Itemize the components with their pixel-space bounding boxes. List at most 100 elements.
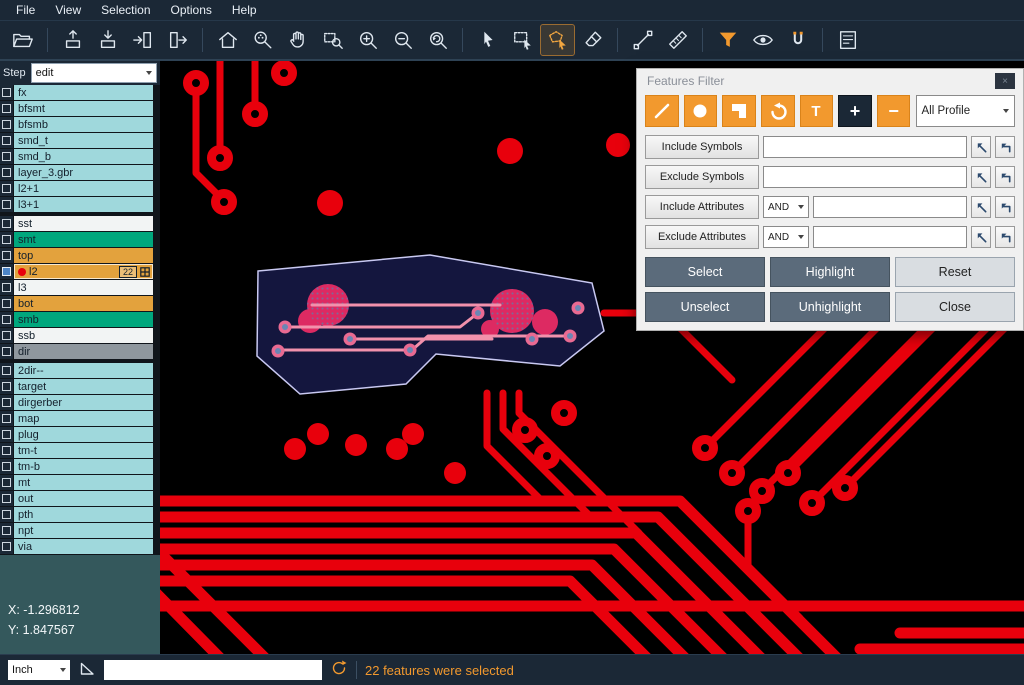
pan-button[interactable] xyxy=(281,25,314,55)
layer-row[interactable]: via xyxy=(0,539,153,554)
layer-row[interactable]: map xyxy=(0,411,153,426)
pick-from-graphics-button[interactable] xyxy=(971,166,991,188)
pick-list-button[interactable] xyxy=(995,166,1015,188)
layer-visibility-checkbox[interactable] xyxy=(2,347,11,356)
layer-visibility-checkbox[interactable] xyxy=(2,299,11,308)
polygon-select-button[interactable] xyxy=(541,25,574,55)
layer-visibility-checkbox[interactable] xyxy=(2,510,11,519)
pad-type-button[interactable] xyxy=(684,95,718,127)
pick-list-button[interactable] xyxy=(995,136,1015,158)
layer-row-body[interactable]: dir xyxy=(14,344,153,359)
step-dropdown[interactable]: edit xyxy=(31,63,157,83)
layer-row[interactable]: fx xyxy=(0,85,153,100)
exclude-symbols-input[interactable] xyxy=(763,166,967,188)
layer-visibility-checkbox[interactable] xyxy=(2,331,11,340)
refresh-button[interactable] xyxy=(330,659,348,682)
layer-row-body[interactable]: dirgerber xyxy=(14,395,153,410)
layer-row[interactable]: sst xyxy=(0,216,153,231)
edit-line-button[interactable] xyxy=(626,25,659,55)
layer-visibility-checkbox[interactable] xyxy=(2,251,11,260)
add-filter-button[interactable]: + xyxy=(838,95,872,127)
pick-from-graphics-button[interactable] xyxy=(971,196,991,218)
layer-visibility-checkbox[interactable] xyxy=(2,235,11,244)
layer-row[interactable]: top xyxy=(0,248,153,263)
home-view-button[interactable] xyxy=(211,25,244,55)
layer-row[interactable]: npt xyxy=(0,523,153,538)
layer-row-body[interactable]: top xyxy=(14,248,153,263)
zoom-in-button[interactable] xyxy=(351,25,384,55)
select-cursor-button[interactable] xyxy=(471,25,504,55)
layer-row-body[interactable]: l2 22 xyxy=(14,264,153,279)
pick-list-button[interactable] xyxy=(995,196,1015,218)
box-arrow-down-button[interactable] xyxy=(91,25,124,55)
layer-row[interactable]: mt xyxy=(0,475,153,490)
layer-visibility-checkbox[interactable] xyxy=(2,430,11,439)
dialog-title-bar[interactable]: Features Filter × xyxy=(637,69,1023,93)
units-dropdown[interactable]: Inch xyxy=(8,660,70,680)
layer-visibility-checkbox[interactable] xyxy=(2,267,11,276)
import-button[interactable] xyxy=(126,25,159,55)
layer-visibility-checkbox[interactable] xyxy=(2,283,11,292)
layer-row-body[interactable]: l2+1 xyxy=(14,181,153,196)
measure-button[interactable] xyxy=(661,25,694,55)
layer-row[interactable]: tm-b xyxy=(0,459,153,474)
layer-row-body[interactable]: smd_b xyxy=(14,149,153,164)
layer-visibility-checkbox[interactable] xyxy=(2,184,11,193)
layer-row-body[interactable]: smd_t xyxy=(14,133,153,148)
dialog-close-button[interactable]: × xyxy=(995,73,1015,89)
layer-row[interactable]: plug xyxy=(0,427,153,442)
unselect-button[interactable]: Unselect xyxy=(645,292,765,322)
zoom-out-button[interactable] xyxy=(386,25,419,55)
layer-row-body[interactable]: out xyxy=(14,491,153,506)
include-attributes-input[interactable] xyxy=(813,196,967,218)
arc-type-button[interactable] xyxy=(761,95,795,127)
angle-tool-button[interactable] xyxy=(78,659,96,682)
layer-row-body[interactable]: smt xyxy=(14,232,153,247)
layer-row-body[interactable]: ssb xyxy=(14,328,153,343)
zoom-select-button[interactable] xyxy=(246,25,279,55)
layer-visibility-checkbox[interactable] xyxy=(2,446,11,455)
layer-row-body[interactable]: map xyxy=(14,411,153,426)
layer-row[interactable]: bfsmt xyxy=(0,101,153,116)
remove-filter-button[interactable]: − xyxy=(877,95,911,127)
unhighlight-button[interactable]: Unhighlight xyxy=(770,292,890,322)
layer-visibility-checkbox[interactable] xyxy=(2,315,11,324)
zoom-previous-button[interactable] xyxy=(421,25,454,55)
include-symbols-button[interactable]: Include Symbols xyxy=(645,135,759,159)
features-filter-button[interactable] xyxy=(711,25,744,55)
exclude-symbols-button[interactable]: Exclude Symbols xyxy=(645,165,759,189)
snap-button[interactable] xyxy=(781,25,814,55)
layer-row-body[interactable]: npt xyxy=(14,523,153,538)
highlight-button[interactable]: Highlight xyxy=(770,257,890,287)
layer-row[interactable]: pth xyxy=(0,507,153,522)
layer-row-body[interactable]: via xyxy=(14,539,153,554)
layer-row-body[interactable]: tm-b xyxy=(14,459,153,474)
layer-row-body[interactable]: pth xyxy=(14,507,153,522)
layer-row-body[interactable]: sst xyxy=(14,216,153,231)
layer-row[interactable]: bot xyxy=(0,296,153,311)
export-button[interactable] xyxy=(161,25,194,55)
layer-visibility-checkbox[interactable] xyxy=(2,494,11,503)
select-button[interactable]: Select xyxy=(645,257,765,287)
include-attributes-button[interactable]: Include Attributes xyxy=(645,195,759,219)
layer-visibility-checkbox[interactable] xyxy=(2,219,11,228)
layer-visibility-checkbox[interactable] xyxy=(2,462,11,471)
layer-row[interactable]: smb xyxy=(0,312,153,327)
layer-row-body[interactable]: layer_3.gbr xyxy=(14,165,153,180)
layer-row[interactable]: l3+1 xyxy=(0,197,153,212)
rect-select-button[interactable] xyxy=(506,25,539,55)
menu-file[interactable]: File xyxy=(6,1,45,19)
layer-visibility-checkbox[interactable] xyxy=(2,382,11,391)
profile-dropdown[interactable]: All Profile xyxy=(916,95,1015,127)
menu-help[interactable]: Help xyxy=(222,1,267,19)
menu-view[interactable]: View xyxy=(45,1,91,19)
menu-options[interactable]: Options xyxy=(161,1,222,19)
layer-row[interactable]: target xyxy=(0,379,153,394)
layer-row-body[interactable]: l3+1 xyxy=(14,197,153,212)
layer-row[interactable]: dir xyxy=(0,344,153,359)
include-symbols-input[interactable] xyxy=(763,136,967,158)
include-attributes-operator-dropdown[interactable]: AND xyxy=(763,196,809,218)
layer-row-body[interactable]: smb xyxy=(14,312,153,327)
layer-row[interactable]: smd_b xyxy=(0,149,153,164)
layer-row-body[interactable]: tm-t xyxy=(14,443,153,458)
